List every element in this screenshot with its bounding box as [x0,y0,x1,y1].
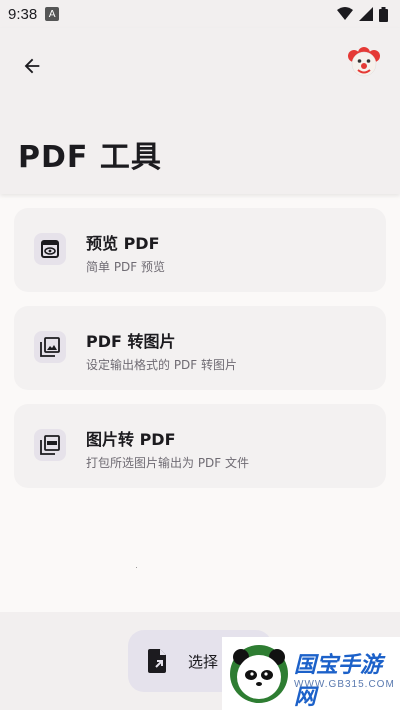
watermark-url: WWW.GB315.COM [294,679,395,690]
card-icon-container [34,429,66,461]
pdf-stack-icon [40,435,60,455]
status-time: 9:38 [8,5,38,23]
eye-document-icon [41,240,59,258]
status-icons [337,6,388,22]
card-icon-container [34,331,66,363]
tool-card-preview-pdf[interactable]: 预览 PDF 简单 PDF 预览 [14,208,386,292]
tool-subtitle: 简单 PDF 预览 [86,260,166,274]
watermark: 国宝手游网 WWW.GB315.COM [222,637,400,710]
wifi-icon [337,7,353,20]
back-button[interactable] [14,48,50,84]
select-file-label: 选择 [188,652,219,671]
notification-icon: A [45,7,60,21]
file-open-icon [148,649,166,673]
arrow-left-icon [24,58,40,74]
tool-subtitle: 打包所选图片输出为 PDF 文件 [86,456,250,470]
tool-card-pdf-to-image[interactable]: PDF 转图片 设定输出格式的 PDF 转图片 [14,306,386,390]
clown-face-icon [348,47,380,77]
tool-card-image-to-pdf[interactable]: 图片转 PDF 打包所选图片输出为 PDF 文件 [14,404,386,488]
panda-logo [230,645,288,703]
status-bar: 9:38 A [0,0,400,28]
stray-dot [136,567,137,568]
tool-title: PDF 转图片 [86,332,176,351]
tool-subtitle: 设定输出格式的 PDF 转图片 [86,358,238,372]
tool-title: 图片转 PDF [86,430,176,449]
battery-icon [379,6,388,22]
page-title: PDF 工具 [18,140,162,175]
tool-title: 预览 PDF [86,234,160,253]
images-icon [40,337,60,357]
app-bar: PDF 工具 [0,28,400,194]
avatar[interactable] [346,44,382,80]
signal-icon [359,7,373,21]
card-icon-container [34,233,66,265]
